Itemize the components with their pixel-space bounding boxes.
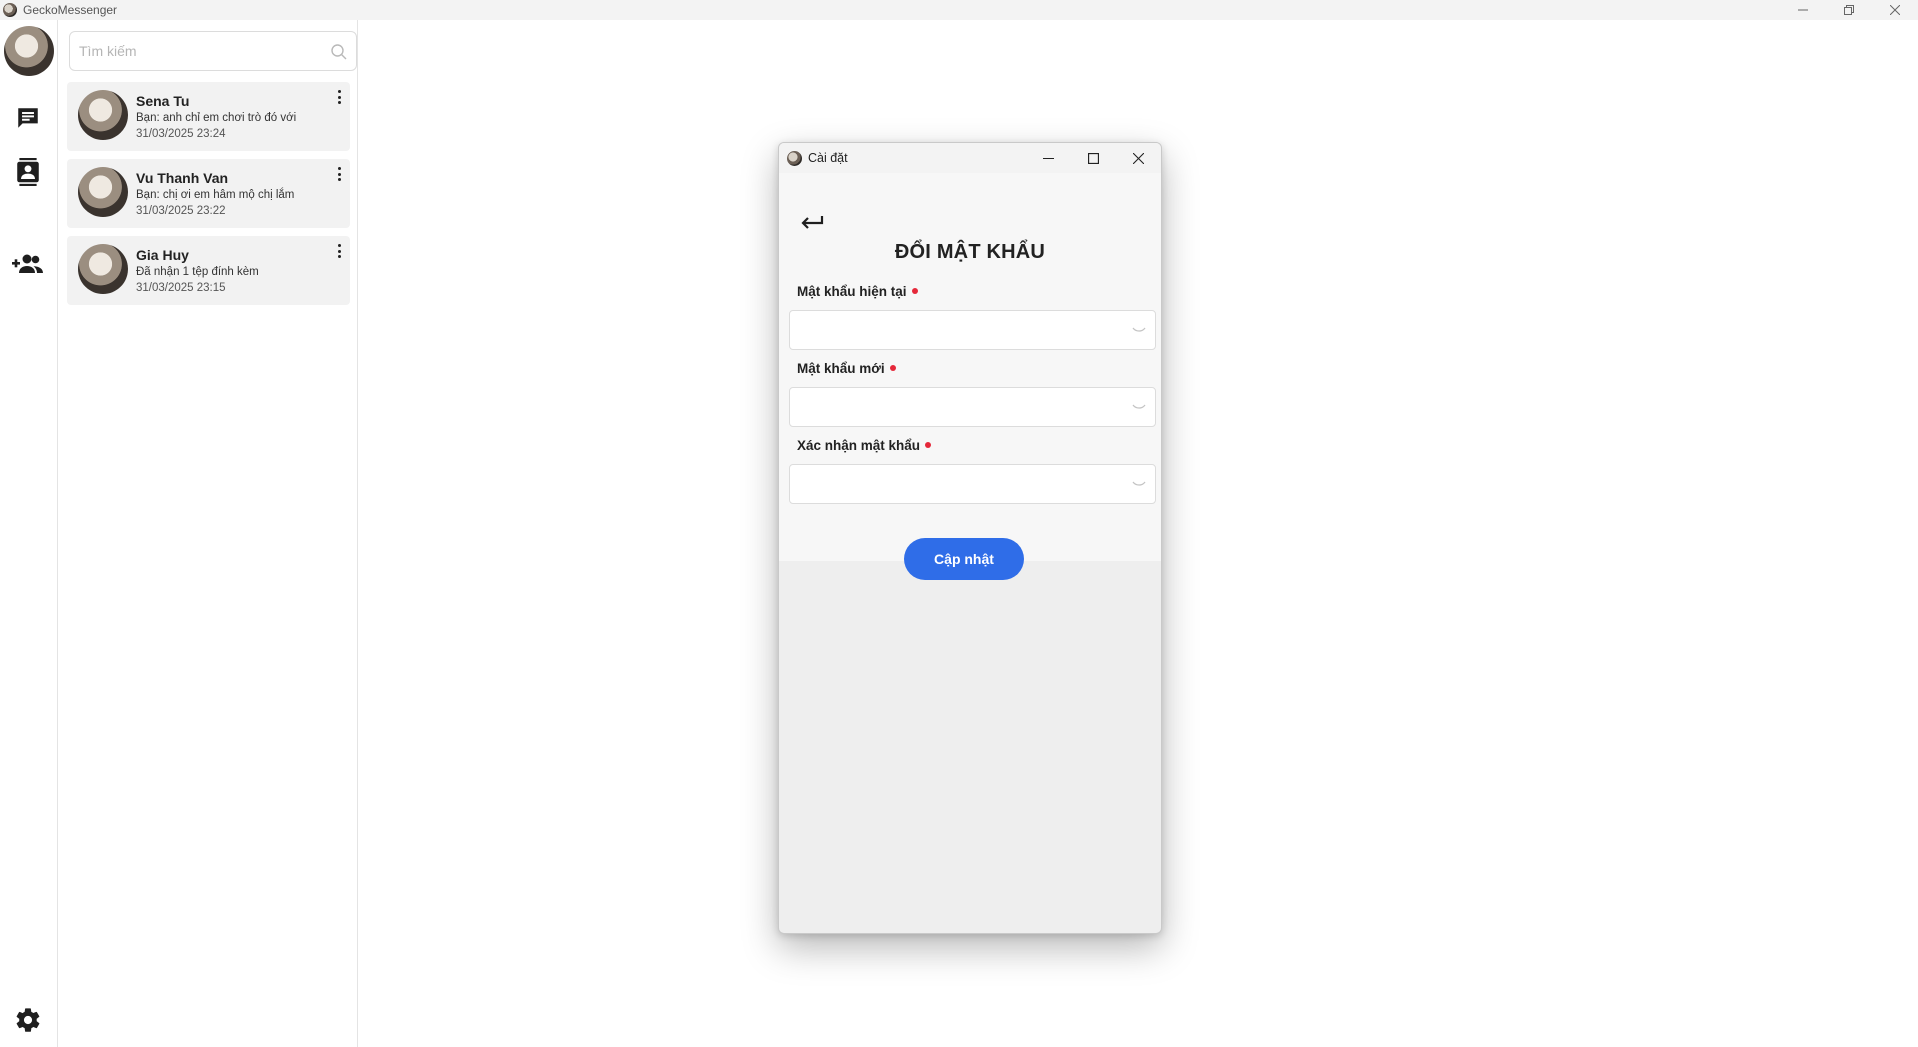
new-password-label: Mật khẩu mới (797, 361, 896, 376)
required-indicator (889, 365, 896, 372)
conversation-preview: Đã nhận 1 tệp đính kèm (136, 266, 259, 278)
maximize-icon (1088, 152, 1099, 164)
app-logo-icon (3, 3, 17, 17)
conversation-time: 31/03/2025 23:15 (136, 282, 226, 294)
dialog-window-controls (1026, 143, 1161, 173)
minimize-button[interactable] (1780, 0, 1826, 20)
conversation-item[interactable]: Vu Thanh Van Bạn: chị ơi em hâm mộ chị l… (67, 159, 350, 228)
chat-button[interactable] (13, 103, 43, 133)
app-logo-icon (787, 150, 802, 166)
current-password-label-text: Mật khẩu hiện tại (797, 284, 907, 299)
search-box (69, 31, 357, 71)
dialog-maximize-button[interactable] (1071, 143, 1116, 173)
conversation-preview: Bạn: anh chỉ em chơi trò đó với (136, 112, 297, 124)
conversation-list-pane: Sena Tu Bạn: anh chỉ em chơi trò đó với … (59, 20, 358, 1047)
conversation-name: Sena Tu (136, 93, 190, 109)
add-friend-icon (12, 254, 43, 273)
more-options-icon[interactable] (334, 165, 344, 183)
add-friend-button[interactable] (11, 249, 45, 279)
page-title: ĐỔI MẬT KHẨU (894, 241, 1046, 263)
more-options-icon[interactable] (334, 88, 344, 106)
required-indicator (925, 442, 932, 449)
window-titlebar: GeckoMessenger (0, 0, 1918, 20)
gear-icon[interactable] (14, 1006, 42, 1034)
eye-closed-icon[interactable] (1131, 324, 1147, 336)
avatar (78, 167, 128, 217)
conversation-preview: Bạn: chị ơi em hâm mộ chị lắm (136, 189, 295, 201)
avatar (78, 90, 128, 140)
conversation-item[interactable]: Sena Tu Bạn: anh chỉ em chơi trò đó với … (67, 82, 350, 151)
new-password-field[interactable] (789, 387, 1156, 427)
restore-button[interactable] (1826, 0, 1872, 20)
contacts-icon (17, 158, 39, 186)
minimize-icon (1043, 157, 1054, 159)
confirm-password-label: Xác nhận mật khẩu (797, 438, 932, 453)
back-arrow-icon[interactable] (799, 211, 825, 233)
current-password-input[interactable] (790, 311, 1110, 349)
close-icon (1890, 5, 1900, 15)
current-password-field[interactable] (789, 310, 1156, 350)
conversation-time: 31/03/2025 23:24 (136, 128, 226, 140)
search-icon[interactable] (330, 43, 348, 61)
window-controls (1780, 0, 1918, 20)
confirm-password-label-text: Xác nhận mật khẩu (797, 438, 921, 453)
restore-icon (1844, 5, 1854, 15)
window-title: GeckoMessenger (23, 3, 118, 17)
current-password-label: Mật khẩu hiện tại (797, 284, 918, 299)
settings-dialog: Cài đặt ĐỔI MẬT KHẨU Mật khẩu hiện tại M… (778, 142, 1162, 934)
dialog-title: Cài đặt (808, 151, 848, 165)
eye-closed-icon[interactable] (1131, 401, 1147, 413)
avatar[interactable] (4, 26, 54, 76)
confirm-password-field[interactable] (789, 464, 1156, 504)
change-password-form: ĐỔI MẬT KHẨU Mật khẩu hiện tại Mật khẩu … (779, 173, 1161, 580)
dialog-titlebar: Cài đặt (779, 143, 1161, 173)
chat-icon (18, 108, 38, 128)
conversation-item[interactable]: Gia Huy Đã nhận 1 tệp đính kèm 31/03/202… (67, 236, 350, 305)
conversation-time: 31/03/2025 23:22 (136, 205, 226, 217)
conversation-name: Vu Thanh Van (136, 170, 229, 186)
conversation-name: Gia Huy (136, 247, 189, 263)
required-indicator (911, 288, 918, 295)
contacts-button[interactable] (13, 157, 43, 187)
close-icon (1133, 152, 1144, 164)
dialog-minimize-button[interactable] (1026, 143, 1071, 173)
minimize-icon (1798, 9, 1808, 11)
avatar (78, 244, 128, 294)
confirm-password-input[interactable] (790, 465, 1110, 503)
new-password-input[interactable] (790, 388, 1110, 426)
close-button[interactable] (1872, 0, 1918, 20)
dialog-close-button[interactable] (1116, 143, 1161, 173)
new-password-label-text: Mật khẩu mới (797, 361, 885, 376)
search-input[interactable] (70, 33, 310, 69)
eye-closed-icon[interactable] (1131, 478, 1147, 490)
more-options-icon[interactable] (334, 242, 344, 260)
update-button[interactable]: Cập nhật (904, 538, 1024, 580)
left-rail (0, 20, 58, 1047)
